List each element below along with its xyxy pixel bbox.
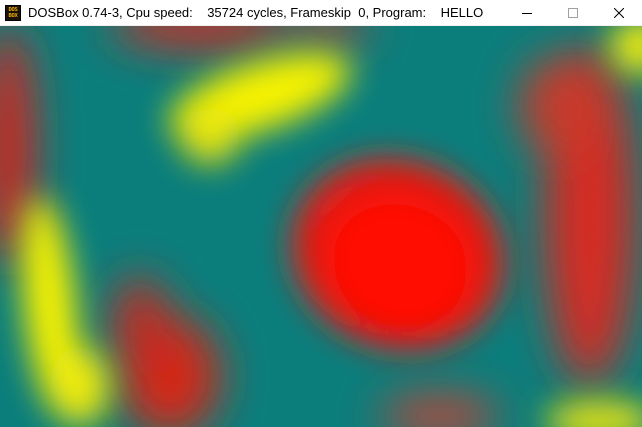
close-icon xyxy=(614,7,624,18)
window-controls xyxy=(504,0,642,26)
plasma-graphic xyxy=(0,26,642,427)
maximize-button[interactable] xyxy=(550,0,596,26)
title-bar[interactable]: DOS BOX DOSBox 0.74-3, Cpu speed: 35724 … xyxy=(0,0,642,26)
dosbox-window: DOS BOX DOSBox 0.74-3, Cpu speed: 35724 … xyxy=(0,0,642,427)
dos-screen[interactable] xyxy=(0,26,642,427)
dosbox-icon[interactable]: DOS BOX xyxy=(5,4,21,21)
close-button[interactable] xyxy=(596,0,642,26)
window-title: DOSBox 0.74-3, Cpu speed: 35724 cycles, … xyxy=(28,4,484,20)
maximize-icon xyxy=(568,7,578,18)
minimize-button[interactable] xyxy=(504,0,550,26)
icon-text-bottom: BOX xyxy=(8,12,18,19)
minimize-icon xyxy=(522,12,532,14)
